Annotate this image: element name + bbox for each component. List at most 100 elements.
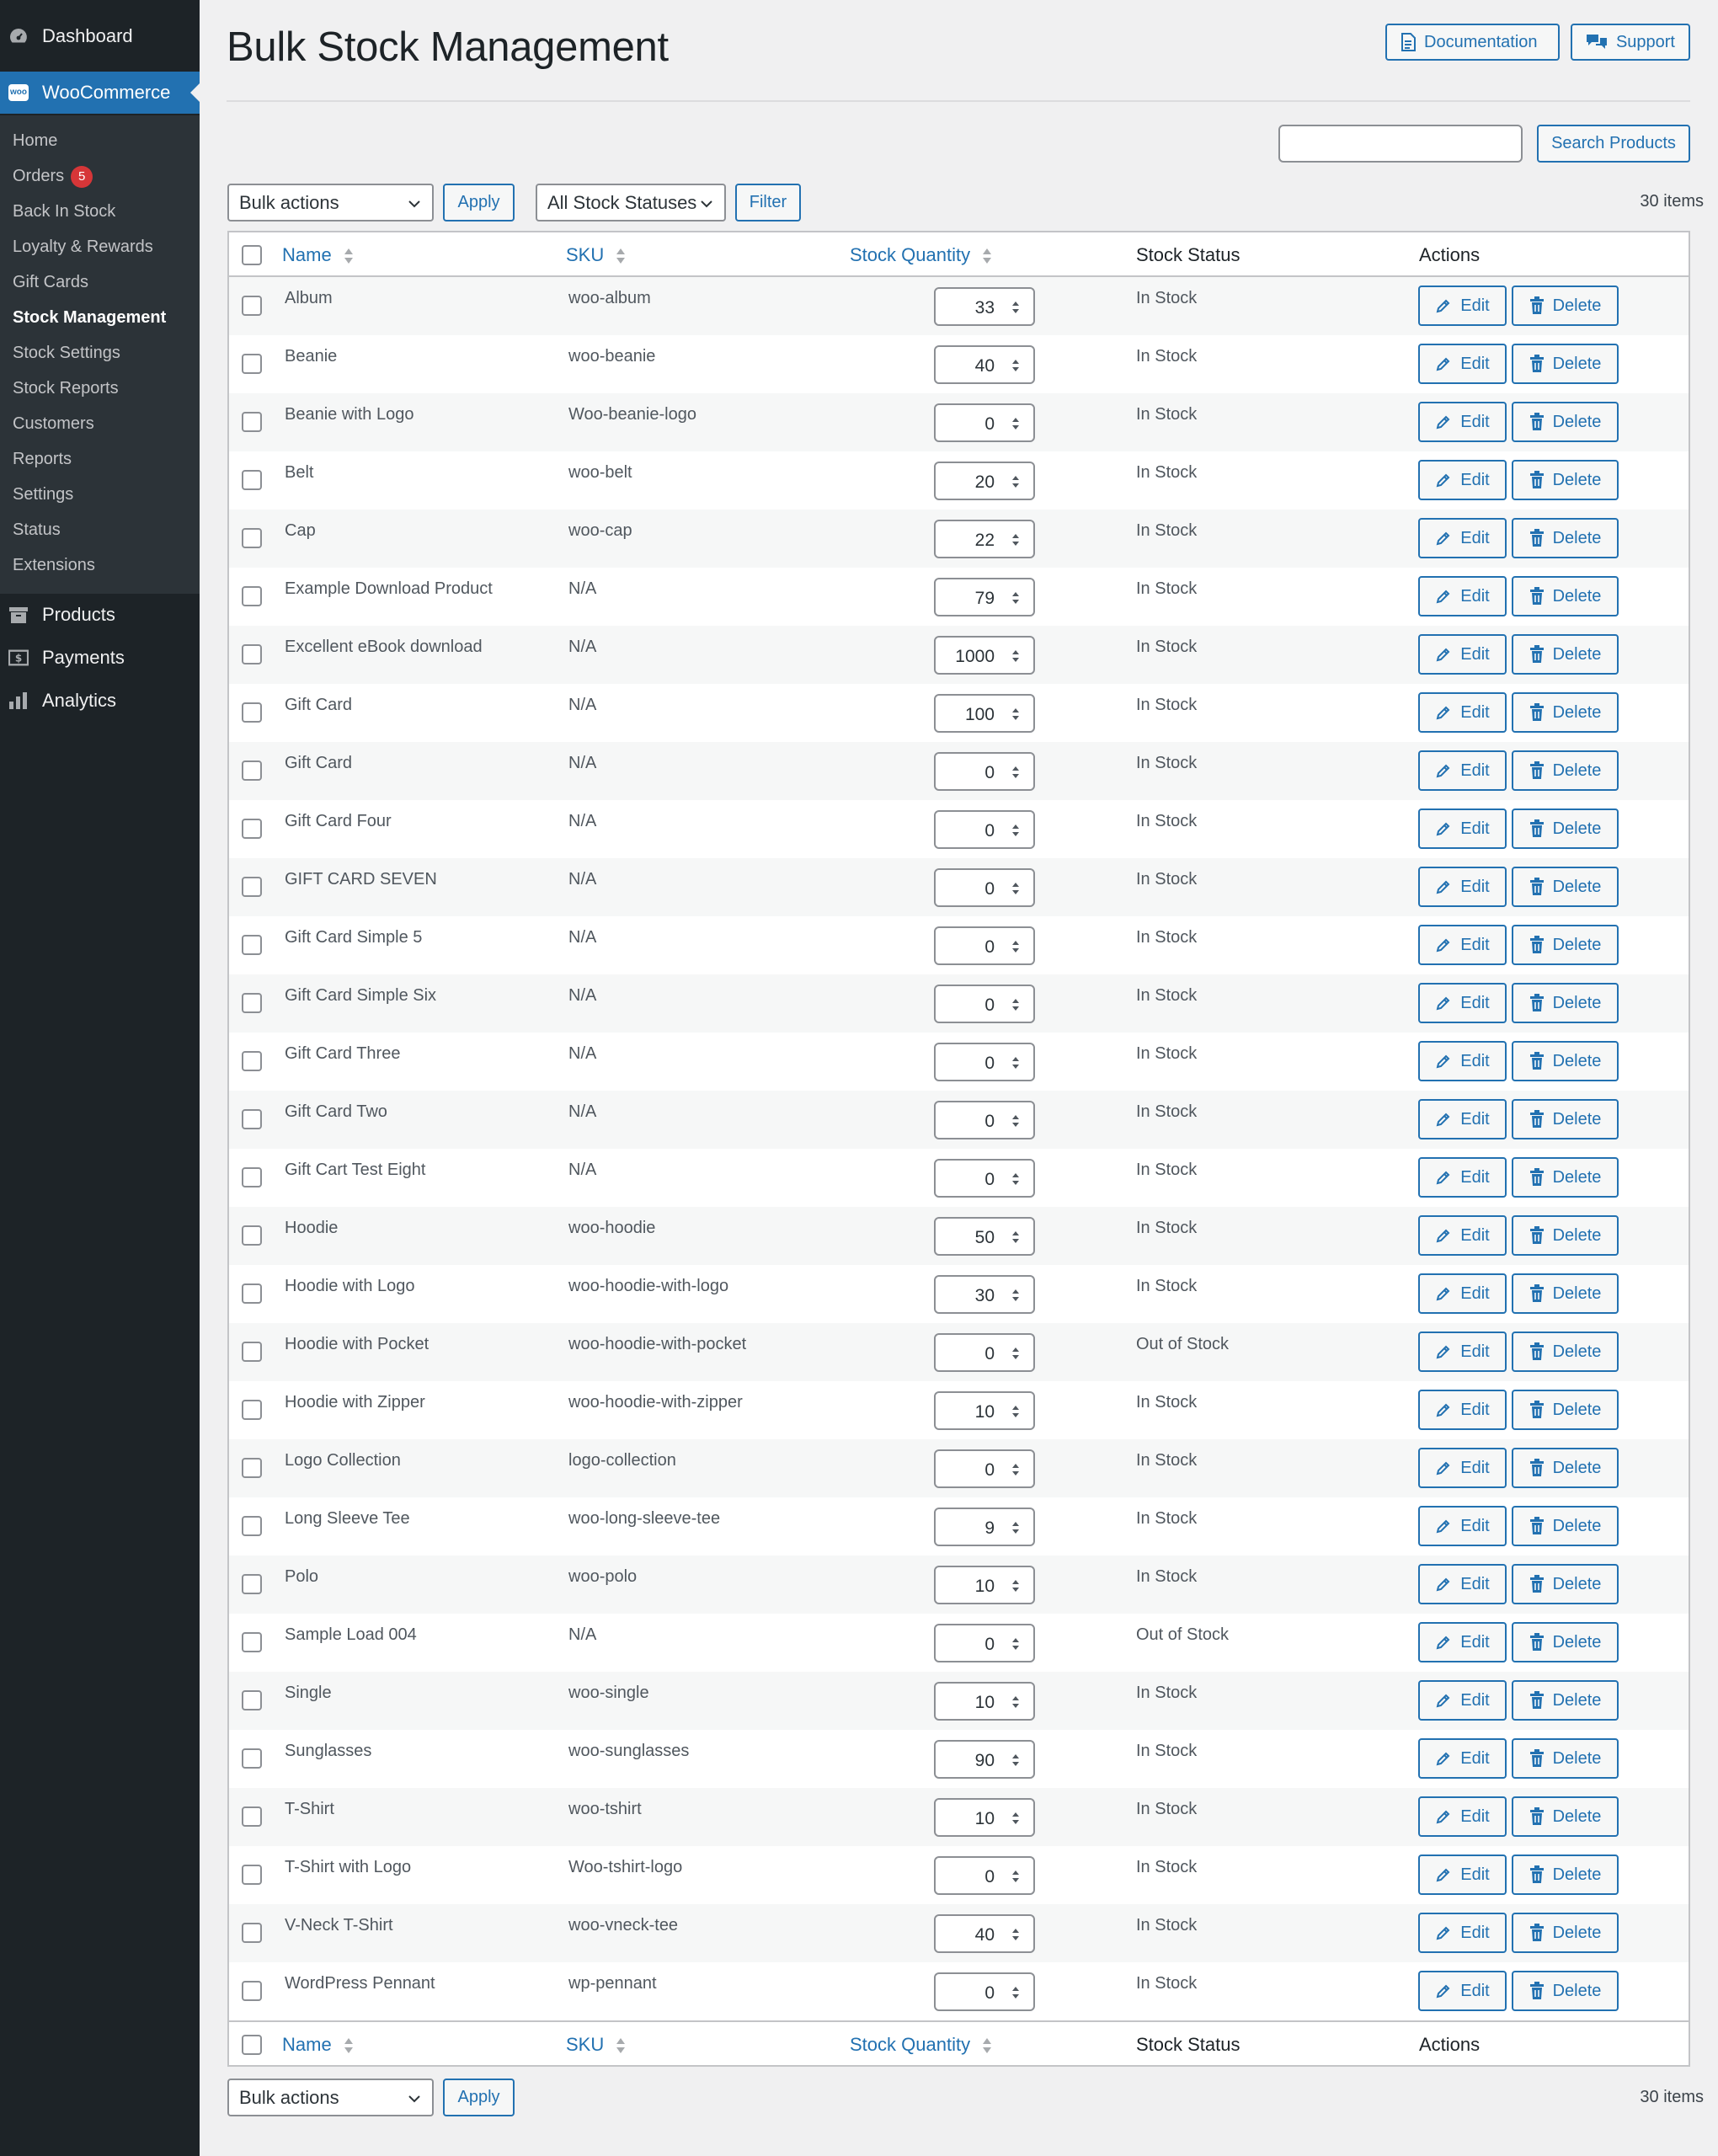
row-checkbox[interactable] [242,1516,262,1536]
edit-button[interactable]: Edit [1418,692,1507,733]
stock-quantity-input[interactable]: 50 [934,1217,1035,1256]
delete-button[interactable]: Delete [1512,1913,1619,1953]
stock-status-select[interactable]: All Stock Statuses [536,184,726,221]
delete-button[interactable]: Delete [1512,1854,1619,1895]
delete-button[interactable]: Delete [1512,518,1619,558]
stock-quantity-input[interactable]: 9 [934,1508,1035,1546]
stepper-arrows-icon[interactable] [1011,1578,1020,1593]
row-checkbox[interactable] [242,993,262,1013]
stock-quantity-input[interactable]: 1000 [934,636,1035,675]
edit-button[interactable]: Edit [1418,1564,1507,1604]
row-checkbox[interactable] [242,935,262,955]
search-products-input[interactable] [1278,125,1523,163]
stock-quantity-input[interactable]: 0 [934,810,1035,849]
edit-button[interactable]: Edit [1418,1099,1507,1139]
menu-analytics[interactable]: Analytics [0,680,200,722]
submenu-extensions[interactable]: Extensions [13,553,95,577]
row-checkbox[interactable] [242,1342,262,1362]
submenu-back-in-stock[interactable]: Back In Stock [13,200,115,223]
bulk-actions-select-bottom[interactable]: Bulk actions [227,2079,434,2116]
edit-button[interactable]: Edit [1418,1448,1507,1488]
delete-button[interactable]: Delete [1512,576,1619,616]
column-footer-sku[interactable]: SKU [566,2022,626,2067]
row-checkbox[interactable] [242,1283,262,1304]
delete-button[interactable]: Delete [1512,1448,1619,1488]
stock-quantity-input[interactable]: 30 [934,1275,1035,1314]
column-header-name[interactable]: Name [282,232,354,277]
edit-button[interactable]: Edit [1418,1506,1507,1546]
menu-products[interactable]: Products [0,594,200,636]
stock-quantity-input[interactable]: 0 [934,1972,1035,2011]
stock-quantity-input[interactable]: 100 [934,694,1035,733]
edit-button[interactable]: Edit [1418,1971,1507,2011]
stock-quantity-input[interactable]: 0 [934,926,1035,965]
stepper-arrows-icon[interactable] [1011,1694,1020,1710]
select-all-checkbox-footer[interactable] [242,2035,262,2055]
delete-button[interactable]: Delete [1512,925,1619,965]
stepper-arrows-icon[interactable] [1011,1055,1020,1070]
stepper-arrows-icon[interactable] [1011,300,1020,315]
delete-button[interactable]: Delete [1512,634,1619,675]
column-header-sku[interactable]: SKU [566,232,626,277]
stepper-arrows-icon[interactable] [1011,1520,1020,1535]
stepper-arrows-icon[interactable] [1011,707,1020,722]
stepper-arrows-icon[interactable] [1011,416,1020,431]
row-checkbox[interactable] [242,819,262,839]
row-checkbox[interactable] [242,644,262,664]
stepper-arrows-icon[interactable] [1011,1753,1020,1768]
submenu-settings[interactable]: Settings [13,483,73,506]
edit-button[interactable]: Edit [1418,286,1507,326]
row-checkbox[interactable] [242,1167,262,1187]
row-checkbox[interactable] [242,412,262,432]
row-checkbox[interactable] [242,760,262,781]
stock-quantity-input[interactable]: 10 [934,1682,1035,1721]
submenu-orders[interactable]: Orders 5 [13,164,93,188]
stock-quantity-input[interactable]: 0 [934,752,1035,791]
stepper-arrows-icon[interactable] [1011,1288,1020,1303]
delete-button[interactable]: Delete [1512,1273,1619,1314]
edit-button[interactable]: Edit [1418,1622,1507,1662]
edit-button[interactable]: Edit [1418,460,1507,500]
stock-quantity-input[interactable]: 33 [934,287,1035,326]
stock-quantity-input[interactable]: 10 [934,1798,1035,1837]
stock-quantity-input[interactable]: 0 [934,1043,1035,1081]
stock-quantity-input[interactable]: 40 [934,345,1035,384]
stepper-arrows-icon[interactable] [1011,532,1020,547]
stock-quantity-input[interactable]: 79 [934,578,1035,616]
stock-quantity-input[interactable]: 0 [934,1624,1035,1662]
edit-button[interactable]: Edit [1418,1157,1507,1198]
stepper-arrows-icon[interactable] [1011,1113,1020,1129]
documentation-button[interactable]: Documentation [1385,24,1560,61]
row-checkbox[interactable] [242,528,262,548]
stock-quantity-input[interactable]: 0 [934,1101,1035,1139]
stock-quantity-input[interactable]: 22 [934,520,1035,558]
row-checkbox[interactable] [242,1051,262,1071]
column-footer-stock-quantity[interactable]: Stock Quantity [850,2022,992,2067]
submenu-customers[interactable]: Customers [13,412,94,435]
row-checkbox[interactable] [242,1574,262,1594]
row-checkbox[interactable] [242,702,262,723]
delete-button[interactable]: Delete [1512,1331,1619,1372]
edit-button[interactable]: Edit [1418,1390,1507,1430]
edit-button[interactable]: Edit [1418,983,1507,1023]
edit-button[interactable]: Edit [1418,1041,1507,1081]
submenu-stock-settings[interactable]: Stock Settings [13,341,120,365]
stock-quantity-input[interactable]: 0 [934,868,1035,907]
edit-button[interactable]: Edit [1418,925,1507,965]
row-checkbox[interactable] [242,1225,262,1246]
menu-payments[interactable]: $ Payments [0,637,200,679]
delete-button[interactable]: Delete [1512,692,1619,733]
edit-button[interactable]: Edit [1418,1738,1507,1779]
support-button[interactable]: Support [1571,24,1690,61]
delete-button[interactable]: Delete [1512,867,1619,907]
submenu-status[interactable]: Status [13,518,61,542]
stepper-arrows-icon[interactable] [1011,1230,1020,1245]
menu-woocommerce[interactable]: woo WooCommerce [0,72,200,114]
stepper-arrows-icon[interactable] [1011,1811,1020,1826]
menu-dashboard[interactable]: Dashboard [0,15,200,57]
submenu-stock-management[interactable]: Stock Management [13,306,166,329]
stepper-arrows-icon[interactable] [1011,1346,1020,1361]
edit-button[interactable]: Edit [1418,750,1507,791]
delete-button[interactable]: Delete [1512,286,1619,326]
submenu-gift-cards[interactable]: Gift Cards [13,270,88,294]
